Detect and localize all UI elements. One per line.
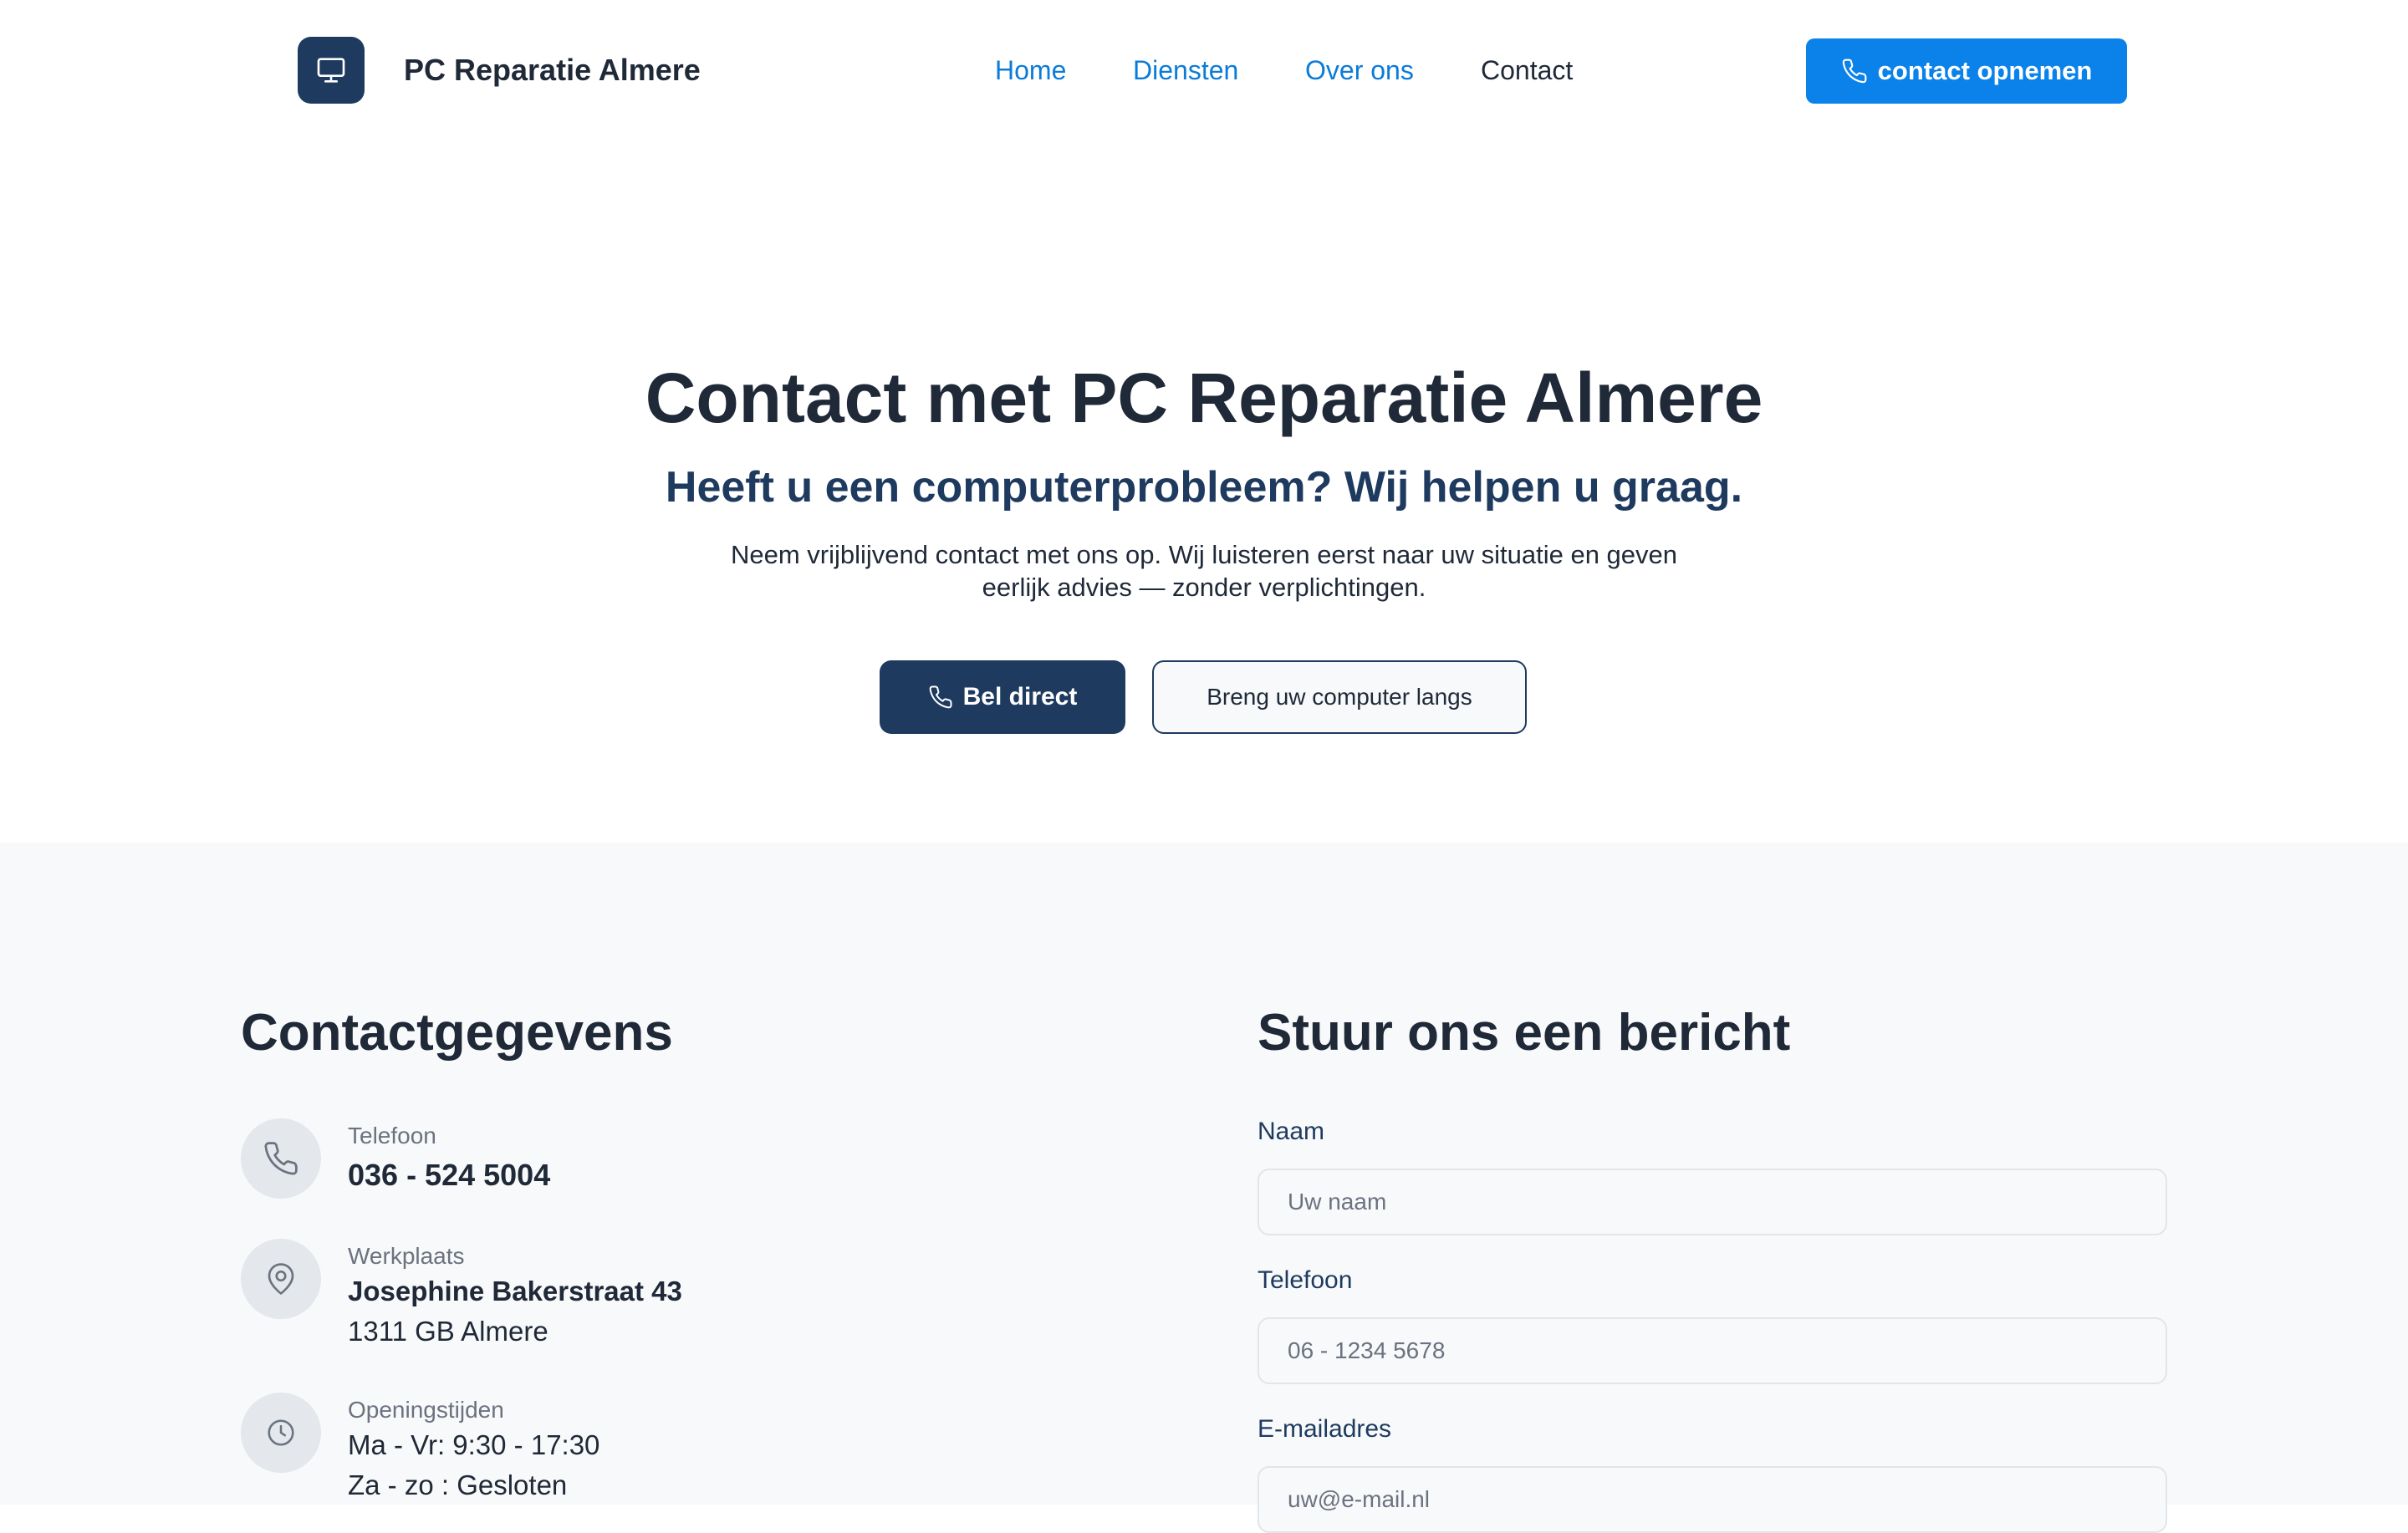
nav-diensten[interactable]: Diensten xyxy=(1133,53,1238,87)
contact-opnemen-label: contact opnemen xyxy=(1877,56,2093,85)
phone-icon xyxy=(1842,59,1867,84)
nav-home[interactable]: Home xyxy=(995,53,1066,87)
contactgegevens-title: Contactgegevens xyxy=(241,1004,673,1062)
monitor-icon xyxy=(317,58,345,83)
contact-opnemen-button[interactable]: contact opnemen xyxy=(1806,38,2127,104)
email-input[interactable] xyxy=(1258,1466,2167,1533)
openingstijden-weekend: Za - zo : Gesloten xyxy=(348,1469,568,1500)
telefoon-field-label: Telefoon xyxy=(1258,1266,1353,1294)
page-title: Contact met PC Reparatie Almere xyxy=(645,359,1763,437)
openingstijden-label: Openingstijden xyxy=(348,1397,504,1423)
site-header: PC Reparatie Almere Home Diensten Over o… xyxy=(0,0,2408,140)
form-title: Stuur ons een bericht xyxy=(1258,1004,1791,1062)
bel-direct-button[interactable]: Bel direct xyxy=(880,660,1125,734)
hero-intro-line-1: Neem vrijblijvend contact met ons op. Wi… xyxy=(730,540,1678,569)
naam-input[interactable] xyxy=(1258,1169,2167,1235)
breng-computer-button[interactable]: Breng uw computer langs xyxy=(1152,660,1527,734)
werkplaats-label: Werkplaats xyxy=(348,1243,465,1269)
logo[interactable] xyxy=(298,37,365,104)
hero-subtitle: Heeft u een computerprobleem? Wij helpen… xyxy=(665,463,1743,512)
phone-icon-circle xyxy=(241,1118,321,1199)
hero-intro: Neem vrijblijvend contact met ons op. Wi… xyxy=(694,538,1714,604)
bel-direct-label: Bel direct xyxy=(962,683,1078,710)
phone-icon xyxy=(929,685,952,709)
nav-contact[interactable]: Contact xyxy=(1481,53,1573,87)
werkplaats-street: Josephine Bakerstraat 43 xyxy=(348,1276,682,1306)
nav-over-ons[interactable]: Over ons xyxy=(1305,53,1414,87)
telefoon-input[interactable] xyxy=(1258,1317,2167,1384)
werkplaats-city: 1311 GB Almere xyxy=(348,1316,548,1347)
map-pin-icon xyxy=(268,1263,294,1295)
hero-intro-line-2: eerlijk advies — zonder verplichtingen. xyxy=(982,573,1426,602)
clock-icon xyxy=(268,1419,294,1446)
clock-icon-circle xyxy=(241,1393,321,1473)
naam-label: Naam xyxy=(1258,1118,1325,1145)
brand-name[interactable]: PC Reparatie Almere xyxy=(404,52,701,89)
map-pin-icon-circle xyxy=(241,1239,321,1319)
telefoon-label: Telefoon xyxy=(348,1123,436,1148)
email-label: E-mailadres xyxy=(1258,1415,1392,1443)
telefoon-number[interactable]: 036 - 524 5004 xyxy=(348,1157,550,1194)
openingstijden-weekdays: Ma - Vr: 9:30 - 17:30 xyxy=(348,1429,600,1460)
breng-computer-label: Breng uw computer langs xyxy=(1207,684,1472,710)
phone-icon xyxy=(264,1142,298,1175)
